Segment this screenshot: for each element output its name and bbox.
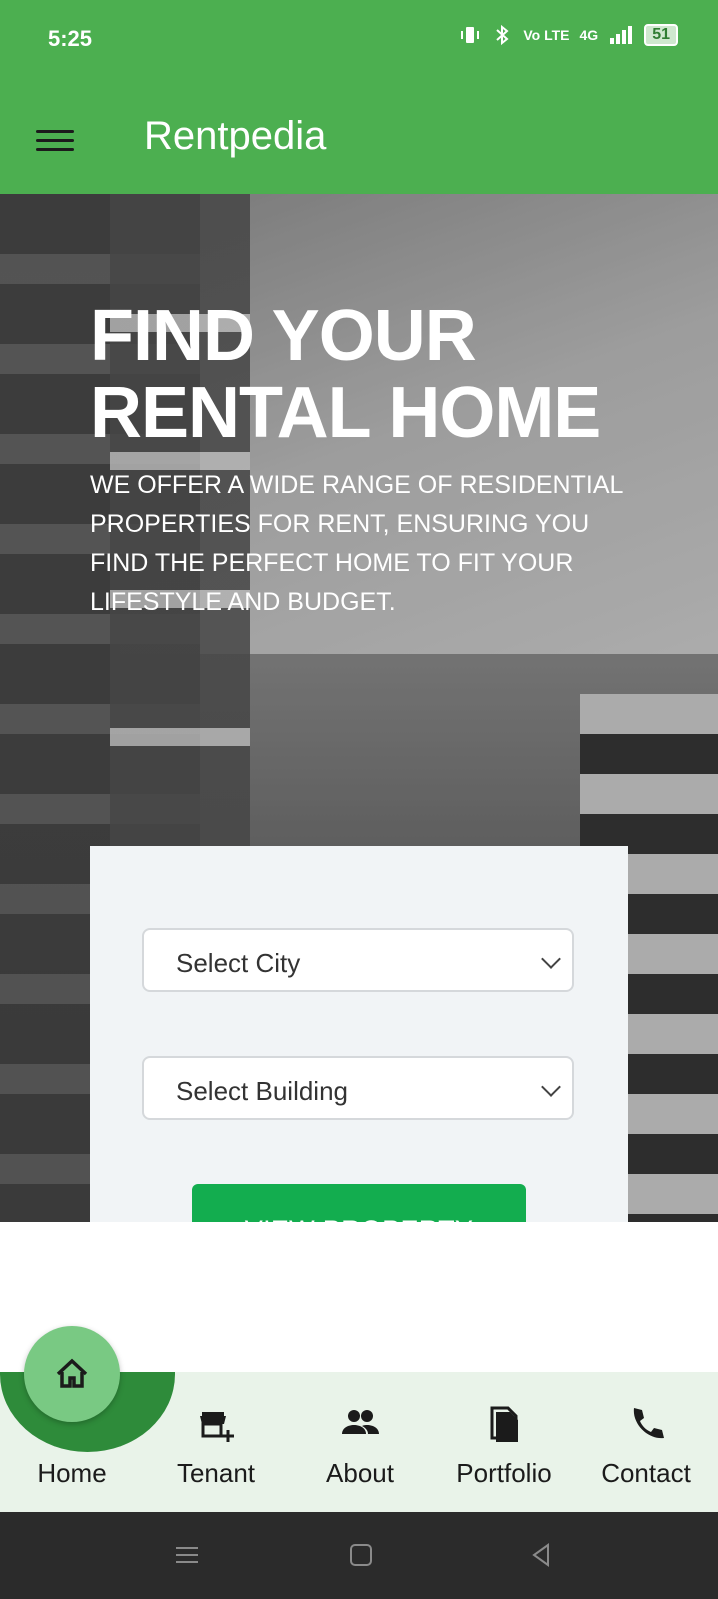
- network-indicator: 4G: [579, 27, 599, 43]
- nav-item-label: Portfolio: [456, 1458, 552, 1488]
- chevron-down-icon: [541, 949, 561, 969]
- app-bar: Rentpedia: [0, 84, 718, 194]
- building-select[interactable]: Select Building: [142, 1056, 574, 1120]
- search-card: Select City Select Building VIEW PROPERT…: [90, 846, 628, 1222]
- system-nav-bar: [0, 1512, 718, 1599]
- nav-item-tenant[interactable]: Tenant: [146, 1372, 286, 1512]
- building-select-label: Select Building: [176, 1076, 348, 1106]
- nav-item-contact[interactable]: Contact: [576, 1372, 716, 1512]
- chevron-down-icon: [541, 1077, 561, 1097]
- status-icons: Vo LTE 4G 51: [459, 24, 678, 46]
- volte-indicator: Vo LTE: [523, 27, 570, 43]
- battery-indicator: 51: [644, 24, 678, 46]
- view-property-button[interactable]: VIEW PROPERTY: [192, 1184, 526, 1222]
- hero-section: FIND YOUR RENTAL HOME WE OFFER A WIDE RA…: [0, 194, 718, 1222]
- status-time: 5:25: [48, 26, 93, 51]
- documents-icon: [490, 1406, 518, 1442]
- hero-title-line: FIND YOUR: [90, 296, 477, 376]
- city-select-label: Select City: [176, 948, 301, 978]
- city-select[interactable]: Select City: [142, 928, 574, 992]
- app-title: Rentpedia: [144, 114, 327, 158]
- vibrate-icon: [461, 27, 480, 43]
- nav-item-label: Tenant: [176, 1458, 256, 1488]
- recents-icon[interactable]: [172, 1540, 202, 1570]
- status-bar: 5:25 Vo LTE 4G 51: [0, 0, 718, 84]
- hero-subtitle: WE OFFER A WIDE RANGE OF RESIDENTIAL PRO…: [90, 471, 623, 616]
- menu-icon[interactable]: [36, 124, 74, 154]
- nav-item-about[interactable]: About: [290, 1372, 430, 1512]
- hero-title: FIND YOUR RENTAL HOME: [90, 298, 650, 452]
- home-icon: [56, 1358, 88, 1388]
- signal-icon: [610, 26, 633, 44]
- nav-item-label: Contact: [601, 1458, 691, 1488]
- hero-title-line: RENTAL HOME: [90, 373, 601, 453]
- phone-icon: [633, 1408, 664, 1439]
- nav-item-label: Home: [37, 1458, 107, 1488]
- people-icon: [342, 1410, 379, 1434]
- home-system-icon[interactable]: [346, 1540, 376, 1570]
- nav-item-label: About: [326, 1458, 394, 1488]
- home-button[interactable]: [24, 1326, 120, 1422]
- store-add-icon: [200, 1412, 234, 1442]
- bluetooth-icon: [496, 24, 509, 46]
- nav-item-portfolio[interactable]: Portfolio: [434, 1372, 574, 1512]
- back-icon[interactable]: [526, 1540, 556, 1570]
